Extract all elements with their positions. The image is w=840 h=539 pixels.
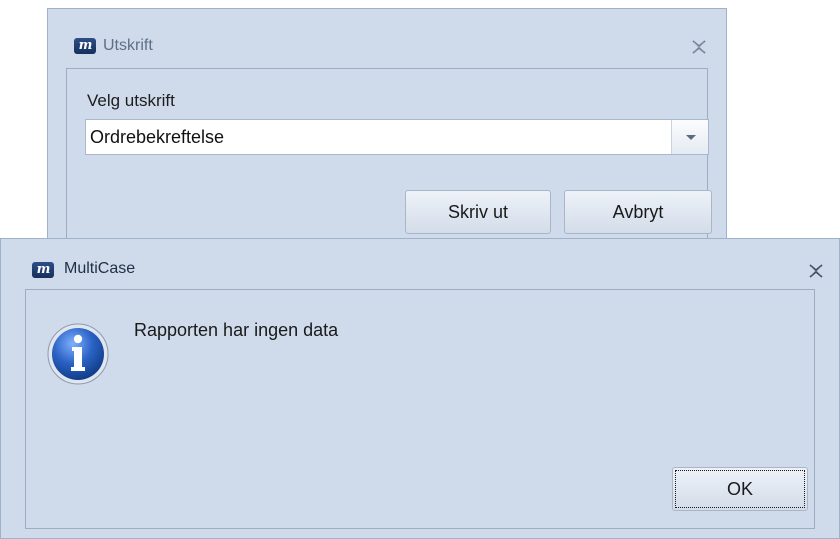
message-dialog-body: Rapporten har ingen data OK (25, 289, 815, 529)
close-icon[interactable] (807, 263, 825, 279)
dialog-message: Rapporten har ingen data (134, 320, 339, 340)
report-select[interactable]: Ordrebekreftelse (85, 119, 709, 155)
report-select-value: Ordrebekreftelse (90, 127, 225, 147)
print-window: m Utskrift Velg utskrift Ordrebekreftels… (47, 8, 727, 268)
chevron-down-icon[interactable] (671, 120, 708, 154)
cancel-button[interactable]: Avbryt (564, 190, 712, 234)
message-dialog-title: MultiCase (64, 260, 136, 277)
app-logo-icon: m (74, 38, 96, 54)
app-logo-icon: m (32, 262, 54, 278)
message-dialog: m MultiCase Rapporten har ingen data OK (0, 238, 840, 539)
print-button[interactable]: Skriv ut (405, 190, 551, 234)
ok-button[interactable]: OK (672, 467, 808, 511)
screen: m Utskrift Velg utskrift Ordrebekreftels… (0, 0, 840, 539)
print-window-titlebar: m Utskrift (48, 9, 726, 65)
print-window-title: Utskrift (103, 37, 153, 54)
report-select-label: Velg utskrift (87, 91, 175, 110)
close-icon[interactable] (690, 39, 708, 55)
info-icon (46, 322, 110, 386)
message-dialog-titlebar: m MultiCase (1, 239, 839, 295)
